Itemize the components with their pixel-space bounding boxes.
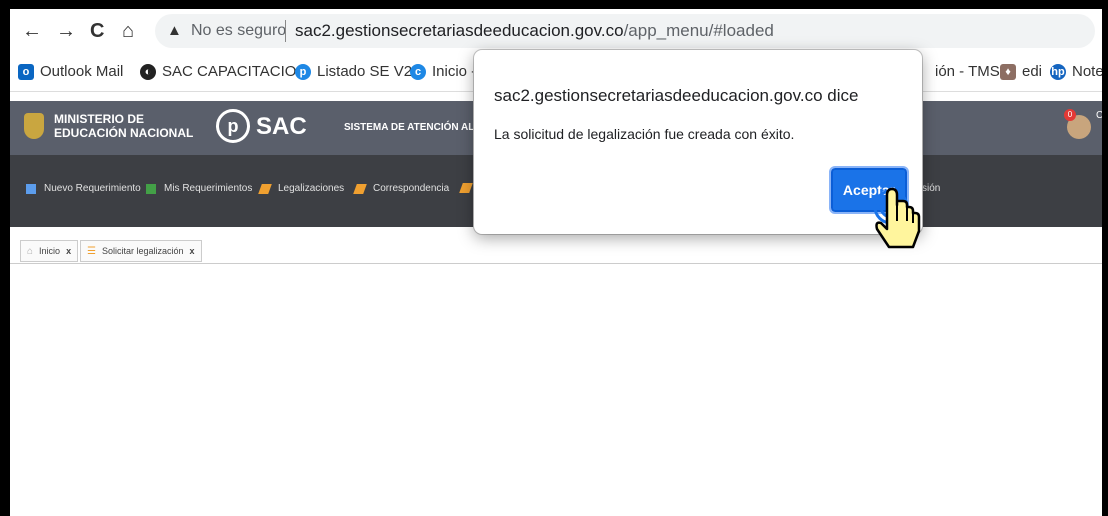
nav-label: Correspondencia (373, 183, 450, 194)
tab-inicio[interactable]: ⌂ Inicio x (20, 240, 79, 262)
nav-correspondencia[interactable]: Correspondencia (353, 183, 450, 194)
shield-icon: ♦ (1000, 63, 1016, 80)
address-bar-row: ← → C ⌂ ▲ No es seguro sac2.gestionsecre… (10, 9, 1102, 55)
tab-solicitar-legalizacion[interactable]: ☰ Solicitar legalización x (80, 240, 202, 262)
browser-window: ← → C ⌂ ▲ No es seguro sac2.gestionsecre… (10, 9, 1102, 516)
alert-dialog: sac2.gestionsecretariasdeeducacion.gov.c… (474, 50, 922, 234)
home-icon: ⌂ (27, 245, 34, 257)
arrow-icon (353, 183, 367, 194)
back-icon[interactable]: ← (22, 19, 42, 43)
close-icon[interactable]: x (190, 246, 195, 256)
reload-icon[interactable]: C (90, 19, 104, 43)
ministry-name: MINISTERIO DE EDUCACIÓN NACIONAL (54, 112, 194, 140)
list-icon (146, 183, 156, 194)
close-icon[interactable]: x (66, 246, 71, 256)
hp-icon: hp (1050, 63, 1066, 80)
arrow-icon (258, 183, 272, 194)
forward-icon[interactable]: → (56, 19, 76, 43)
bookmark-sac-capacitacion[interactable]: ◐ SAC CAPACITACIO... (140, 63, 309, 80)
document-icon (26, 183, 36, 194)
dialog-title: sac2.gestionsecretariasdeeducacion.gov.c… (494, 86, 859, 105)
nav-mis-requerimientos[interactable]: Mis Requerimientos (146, 183, 252, 194)
bookmark-note[interactable]: hp Note (1050, 63, 1102, 80)
coat-of-arms-icon (24, 113, 44, 139)
pointer-hand-icon (873, 187, 921, 249)
bookmark-listado[interactable]: p Listado SE V2.0 (295, 63, 425, 80)
bookmark-label: Listado SE V2.0 (317, 63, 425, 80)
url-path: /app_menu/#loaded (623, 21, 774, 40)
dialog-message: La solicitud de legalización fue creada … (494, 126, 795, 142)
c-icon: c (410, 63, 426, 80)
sac-icon: p (295, 63, 311, 80)
nav-legalizaciones[interactable]: Legalizaciones (258, 183, 345, 194)
nav-label: Mis Requerimientos (164, 183, 253, 194)
notification-badge[interactable]: 0 (1064, 109, 1076, 121)
bookmark-label: SAC CAPACITACIO... (162, 63, 309, 80)
tabs-row: ⌂ Inicio x ☰ Solicitar legalización x (10, 237, 1102, 264)
brand-name: SAC (256, 113, 307, 140)
arrow-icon (459, 183, 473, 193)
home-icon[interactable]: ⌂ (122, 19, 134, 43)
globe-icon: ◐ (140, 63, 156, 80)
nav-label: Legalizaciones (278, 183, 345, 194)
nav-nuevo-requerimiento[interactable]: Nuevo Requerimiento (26, 183, 141, 194)
tab-label: Solicitar legalización (101, 246, 184, 256)
url-text[interactable]: sac2.gestionsecretariasdeeducacion.gov.c… (295, 21, 774, 41)
outlook-icon: o (18, 63, 34, 80)
document-icon: ☰ (87, 245, 96, 257)
nav-label: Nuevo Requerimiento (44, 183, 141, 194)
bookmark-edi[interactable]: ♦ edi (1000, 63, 1042, 80)
bookmark-label: Outlook Mail (40, 63, 124, 80)
warning-icon[interactable]: ▲ (167, 22, 182, 39)
bookmark-label: edi (1022, 63, 1043, 80)
bookmark-label: Note (1072, 63, 1102, 80)
omnibox[interactable]: ▲ No es seguro sac2.gestionsecretariasde… (155, 14, 1095, 48)
tab-label: Inicio (39, 246, 61, 256)
sac-logo-icon: p (216, 109, 250, 143)
user-name[interactable]: C (1096, 111, 1102, 121)
bookmark-outlook[interactable]: o Outlook Mail (18, 63, 123, 80)
security-status[interactable]: No es seguro (191, 22, 286, 40)
divider (285, 20, 286, 42)
url-host: sac2.gestionsecretariasdeeducacion.gov.c… (295, 21, 624, 40)
